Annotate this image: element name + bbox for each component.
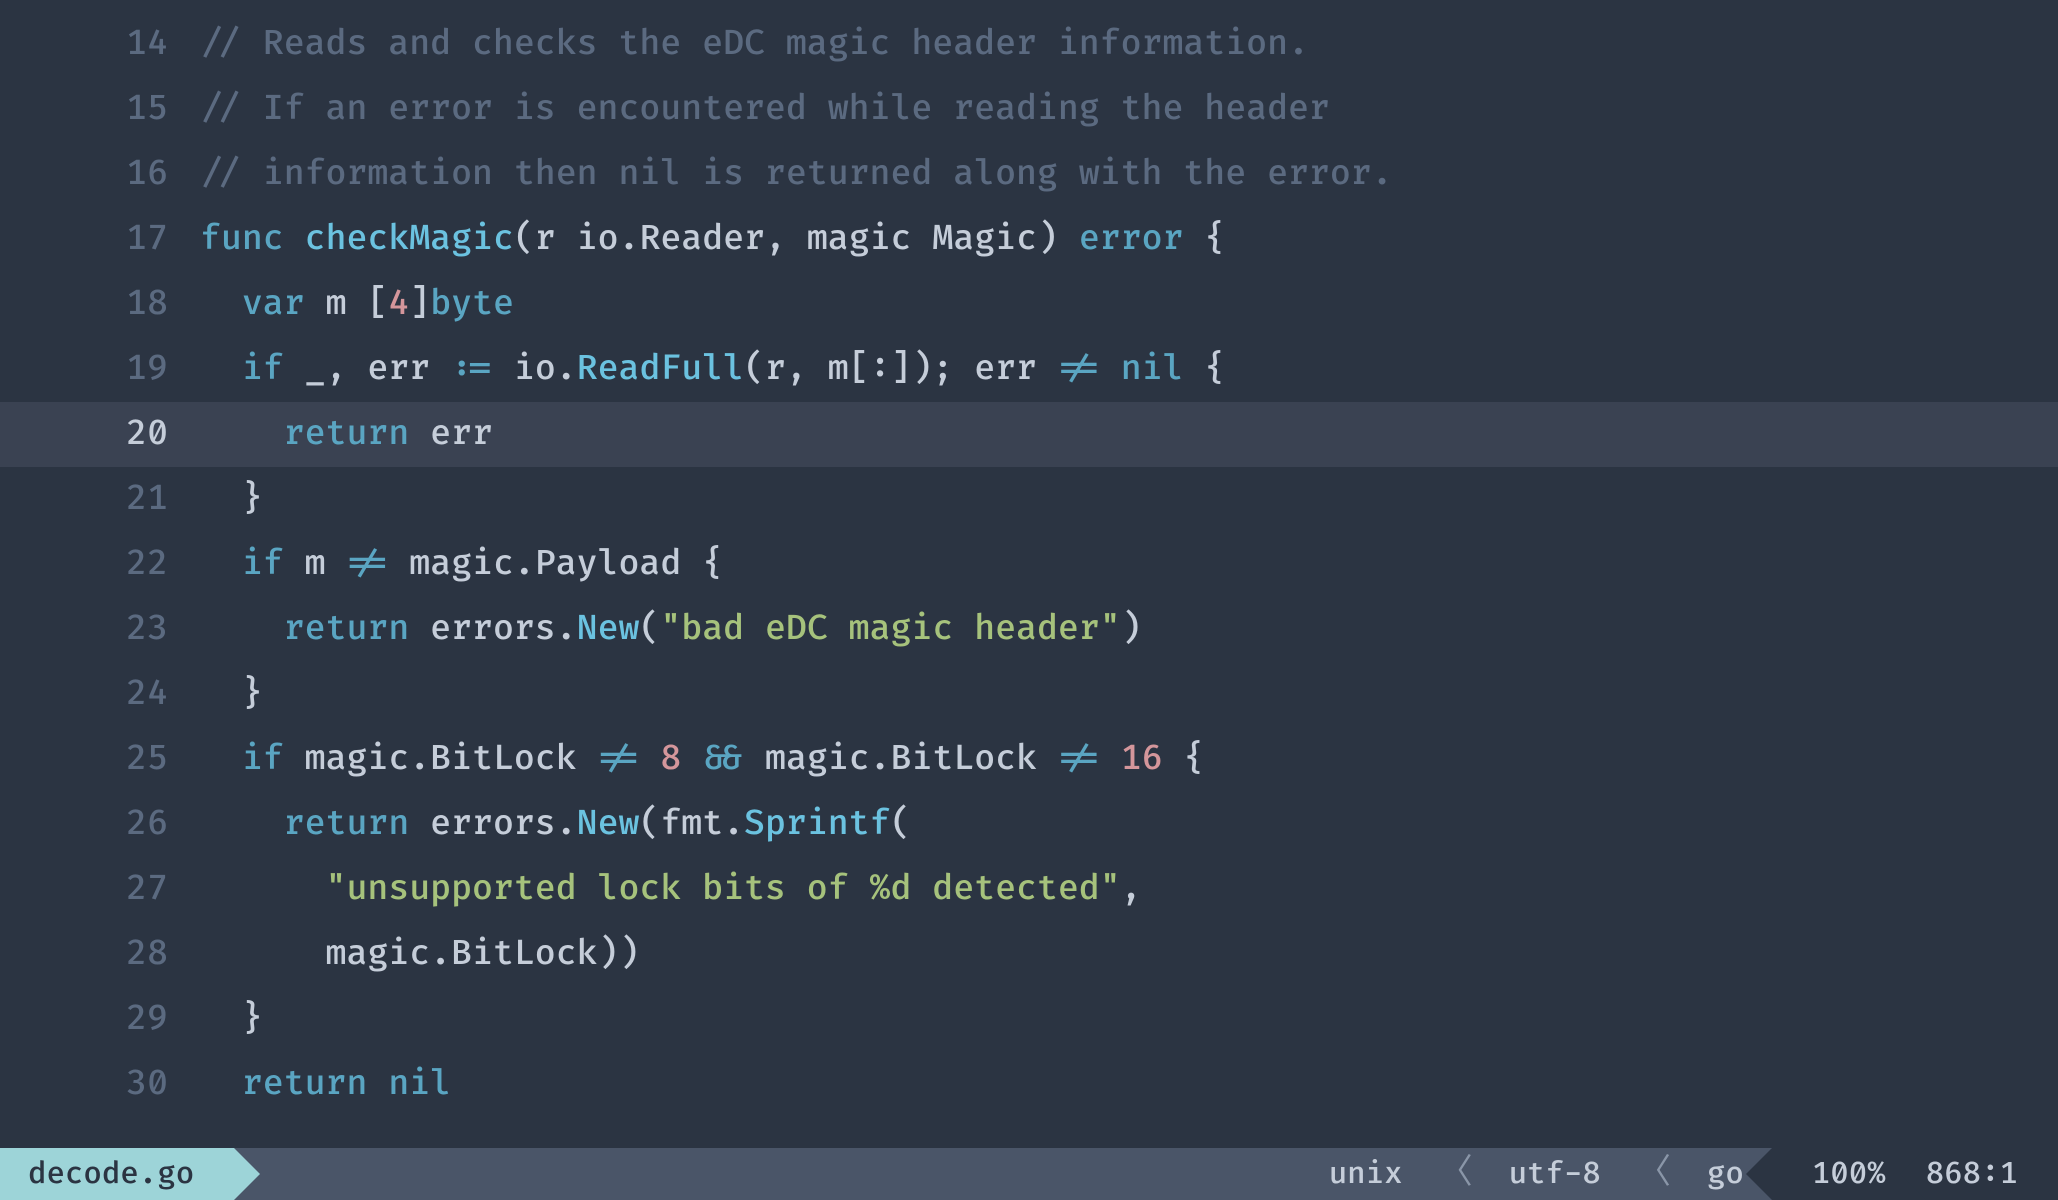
statusbar: decode.go unix 〈 utf-8 〈 go 100% 868:1 [0,1148,2058,1200]
line-number: 23 [0,597,200,662]
filename-text: decode.go [28,1156,194,1193]
line-number: 30 [0,1052,200,1117]
code-line[interactable]: 29 } [0,987,2058,1052]
code-line[interactable]: 26 return errors.New(fmt.Sprintf( [0,792,2058,857]
line-number: 18 [0,272,200,337]
line-number: 17 [0,207,200,272]
code-content: return err [200,402,2058,467]
separator-icon: 〈 [1629,1157,1679,1191]
line-number: 16 [0,142,200,207]
code-content: if _, err := io.ReadFull(r, m[:]); err !… [200,337,2058,402]
code-line[interactable]: 15// If an error is encountered while re… [0,77,2058,142]
code-line[interactable]: 20 return err [0,402,2058,467]
code-content: if magic.BitLock != 8 && magic.BitLock !… [200,727,2058,792]
code-content: "unsupported lock bits of %d detected", [200,857,2058,922]
status-line-ending: unix [1301,1148,1431,1200]
code-line[interactable]: 22 if m != magic.Payload { [0,532,2058,597]
line-number: 25 [0,727,200,792]
code-content: if m != magic.Payload { [200,532,2058,597]
status-encoding: utf-8 [1481,1148,1629,1200]
status-filename[interactable]: decode.go [0,1148,234,1200]
line-number: 14 [0,12,200,77]
line-number: 27 [0,857,200,922]
code-line[interactable]: 25 if magic.BitLock != 8 && magic.BitLoc… [0,727,2058,792]
code-line[interactable]: 18 var m [4]byte [0,272,2058,337]
line-number: 28 [0,922,200,987]
line-number: 15 [0,77,200,142]
line-number: 29 [0,987,200,1052]
code-content: magic.BitLock)) [200,922,2058,987]
status-position: 868:1 [1926,1148,2058,1200]
code-line[interactable]: 21 } [0,467,2058,532]
code-line[interactable]: 16// information then nil is returned al… [0,142,2058,207]
code-line[interactable]: 19 if _, err := io.ReadFull(r, m[:]); er… [0,337,2058,402]
line-number: 20 [0,402,200,467]
code-content: // information then nil is returned alon… [200,142,2058,207]
code-content: return nil [200,1052,2058,1117]
code-content: func checkMagic(r io.Reader, magic Magic… [200,207,2058,272]
code-content: } [200,467,2058,532]
code-content: } [200,987,2058,1052]
code-line[interactable]: 24 } [0,662,2058,727]
code-content: // If an error is encountered while read… [200,77,2058,142]
line-number: 22 [0,532,200,597]
code-line[interactable]: 28 magic.BitLock)) [0,922,2058,987]
code-content: return errors.New("bad eDC magic header"… [200,597,2058,662]
line-number: 21 [0,467,200,532]
code-line[interactable]: 17func checkMagic(r io.Reader, magic Mag… [0,207,2058,272]
code-line[interactable]: 30 return nil [0,1052,2058,1117]
code-line[interactable]: 14// Reads and checks the eDC magic head… [0,12,2058,77]
code-line[interactable]: 23 return errors.New("bad eDC magic head… [0,597,2058,662]
separator-icon: 〈 [1431,1157,1481,1191]
code-content: } [200,662,2058,727]
code-content: return errors.New(fmt.Sprintf( [200,792,2058,857]
code-content: // Reads and checks the eDC magic header… [200,12,2058,77]
code-area[interactable]: 14// Reads and checks the eDC magic head… [0,0,2058,1148]
line-number: 26 [0,792,200,857]
status-right-cluster: unix 〈 utf-8 〈 go 100% 868:1 [1301,1148,2058,1200]
line-number: 24 [0,662,200,727]
code-line[interactable]: 27 "unsupported lock bits of %d detected… [0,857,2058,922]
line-number: 19 [0,337,200,402]
code-content: var m [4]byte [200,272,2058,337]
editor-root: 14// Reads and checks the eDC magic head… [0,0,2058,1200]
